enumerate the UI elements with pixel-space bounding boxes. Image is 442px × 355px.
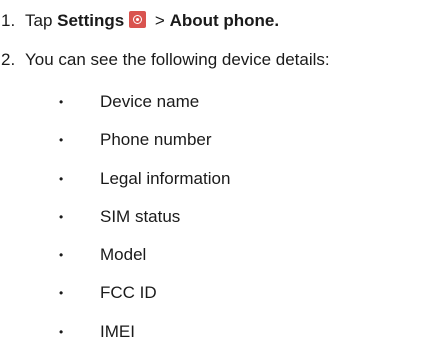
bullet: • (59, 95, 64, 109)
detail-label: FCC ID (100, 283, 157, 303)
about-phone-label: About phone. (169, 11, 280, 30)
step-prefix: Tap (25, 11, 58, 30)
bullet: • (59, 248, 64, 263)
detail-label: Legal information (100, 168, 231, 188)
bullet: • (59, 171, 64, 186)
detail-label: SIM status (100, 206, 181, 226)
step-text: Tap Settings > About phone. (25, 3, 279, 39)
bullet: • (59, 133, 64, 148)
step-number: 1. (1, 11, 16, 30)
bullet: • (59, 209, 64, 224)
step-number: 2. (1, 50, 16, 69)
detail-label: Phone number (100, 130, 212, 150)
settings-gear-icon (129, 11, 147, 28)
menu-separator: > (150, 11, 170, 30)
bullet: • (59, 286, 64, 301)
detail-label: Model (100, 245, 147, 265)
bullet: • (59, 324, 64, 339)
detail-label: IMEI (100, 321, 135, 341)
settings-label: Settings (57, 11, 125, 30)
detail-label: Device name (100, 92, 200, 111)
step-text: You can see the following device details… (25, 50, 330, 69)
